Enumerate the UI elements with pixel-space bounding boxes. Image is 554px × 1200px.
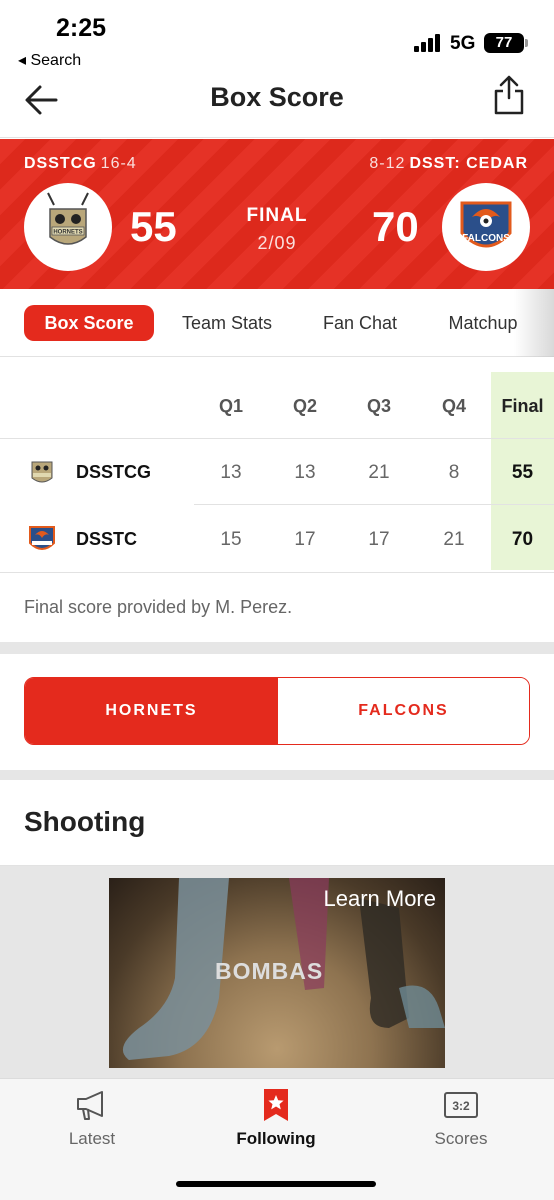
tabbar-scores[interactable]: 3:2 Scores bbox=[401, 1087, 521, 1149]
home-indicator bbox=[176, 1181, 376, 1187]
tabbar-label: Latest bbox=[68, 1129, 116, 1148]
row-cell: 17 bbox=[368, 529, 390, 550]
row-cell: 13 bbox=[220, 462, 242, 483]
row-cell: 15 bbox=[220, 529, 242, 550]
row-cell: 8 bbox=[448, 462, 460, 483]
away-score: 70 bbox=[372, 203, 419, 250]
section-tabs: Box Score Team Stats Fan Chat Matchup bbox=[0, 289, 554, 357]
falcons-logo-text: FALCONS bbox=[462, 233, 510, 244]
header-q2: Q2 bbox=[292, 396, 317, 416]
team-toggle: HORNETS FALCONS bbox=[24, 677, 530, 745]
nav-header: Box Score bbox=[0, 70, 554, 138]
tab-team-stats[interactable]: Team Stats bbox=[168, 305, 286, 341]
share-icon[interactable] bbox=[492, 74, 526, 116]
hornets-small-logo bbox=[31, 461, 53, 483]
tabbar-label: Following bbox=[236, 1129, 316, 1148]
row-final-score: 55 bbox=[511, 462, 534, 483]
away-team-record: 8-12 bbox=[369, 155, 406, 172]
home-team-abbr: DSSTCG bbox=[24, 155, 97, 172]
section-divider bbox=[0, 770, 554, 780]
megaphone-icon bbox=[77, 1091, 103, 1120]
tab-box-score[interactable]: Box Score bbox=[24, 305, 154, 341]
falcons-small-logo bbox=[29, 526, 55, 550]
header-q3: Q3 bbox=[366, 396, 391, 416]
row-cell: 13 bbox=[294, 462, 316, 483]
row-team-name[interactable]: DSSTCG bbox=[76, 462, 151, 483]
row-final-score: 70 bbox=[511, 529, 534, 550]
tab-fan-chat[interactable]: Fan Chat bbox=[306, 305, 414, 341]
star-bookmark-icon bbox=[264, 1089, 288, 1121]
footnote-bar: Final score provided by M. Perez. bbox=[0, 572, 554, 642]
network-label: 5G bbox=[450, 33, 476, 54]
ad-learn-more-link[interactable]: Learn More bbox=[323, 886, 436, 912]
score-footnote: Final score provided by M. Perez. bbox=[24, 597, 293, 617]
status-bar: 2:25 ◂ Search 5G 77 bbox=[0, 0, 554, 70]
header-q4: Q4 bbox=[441, 396, 466, 416]
tabbar-latest[interactable]: Latest bbox=[32, 1087, 152, 1149]
row-cell: 17 bbox=[294, 529, 316, 550]
box-score-table: Q1 Q2 Q3 Q4 Final DSSTCG 13 13 21 8 55 D… bbox=[0, 372, 554, 572]
row-team-name[interactable]: DSSTC bbox=[76, 529, 137, 550]
home-team-record: 16-4 bbox=[100, 155, 137, 172]
row-cell: 21 bbox=[443, 529, 465, 550]
hornets-logo[interactable]: HORNETS bbox=[24, 183, 112, 271]
signal-icon bbox=[414, 34, 442, 52]
away-team-label: 8-12 DSST: CEDAR bbox=[369, 155, 528, 173]
away-team-name: DSST: CEDAR bbox=[409, 155, 528, 172]
battery-icon: 77 bbox=[484, 33, 528, 53]
status-time: 2:25 bbox=[56, 14, 107, 42]
row-cell: 21 bbox=[368, 462, 390, 483]
section-divider bbox=[0, 642, 554, 654]
svg-text:3:2: 3:2 bbox=[452, 1099, 470, 1113]
ad-banner[interactable]: Learn More BOMBAS bbox=[109, 878, 445, 1068]
header-q1: Q1 bbox=[218, 396, 243, 416]
team-toggle-area: HORNETS FALCONS bbox=[0, 654, 554, 770]
header-final: Final bbox=[501, 396, 544, 416]
tabbar-label: Scores bbox=[434, 1129, 488, 1148]
scoreboard-icon: 3:2 bbox=[444, 1092, 478, 1118]
back-to-search-link[interactable]: ◂ Search bbox=[18, 50, 81, 70]
scoreboard: DSSTCG 16-4 8-12 DSST: CEDAR HORNETS 55 FI… bbox=[0, 139, 554, 289]
page-title: Box Score bbox=[210, 82, 344, 112]
toggle-hornets-button[interactable]: HORNETS bbox=[25, 678, 278, 744]
falcons-logo[interactable]: FALCONS bbox=[442, 183, 530, 271]
ad-brand-text: BOMBAS bbox=[215, 958, 324, 984]
shooting-section: Shooting bbox=[0, 780, 554, 866]
home-team-label: DSSTCG 16-4 bbox=[24, 155, 137, 173]
toggle-falcons-button[interactable]: FALCONS bbox=[278, 678, 529, 744]
ad-container: Learn More BOMBAS bbox=[0, 866, 554, 1078]
section-title: Shooting bbox=[24, 806, 146, 837]
tabbar-following[interactable]: Following bbox=[216, 1087, 336, 1149]
